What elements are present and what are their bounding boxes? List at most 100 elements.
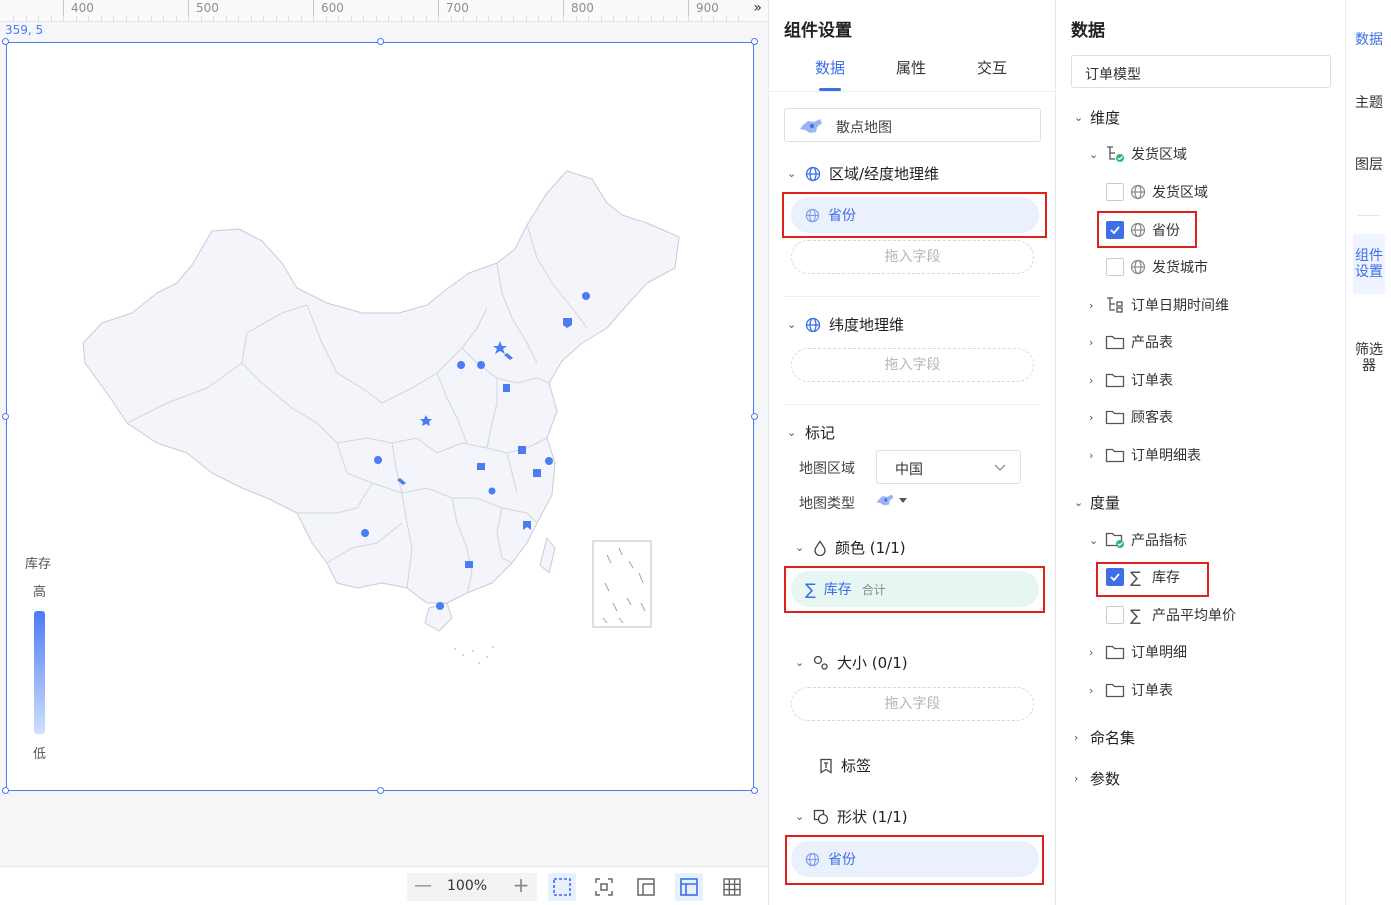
- select-area-button[interactable]: [548, 873, 576, 901]
- tree-folder-customers[interactable]: › 顾客表: [1089, 407, 1173, 427]
- resize-handle-ne[interactable]: [751, 38, 758, 45]
- section-label: 形状 (1/1): [837, 808, 908, 826]
- section-shape[interactable]: ⌄ 形状 (1/1): [795, 806, 908, 827]
- checkbox[interactable]: [1106, 258, 1124, 276]
- field-pill-label: 库存: [823, 582, 852, 598]
- section-marks[interactable]: ⌄ 标记: [787, 422, 835, 443]
- ruler-tick: [475, 16, 477, 21]
- ruler-tick: [238, 16, 239, 21]
- section-size[interactable]: ⌄ 大小 (0/1): [795, 652, 908, 673]
- data-model-select[interactable]: 订单模型: [1071, 55, 1331, 88]
- map-type-picker[interactable]: [875, 492, 907, 508]
- scatter-map-chart[interactable]: 库存 高 低: [6, 42, 754, 791]
- tab-properties[interactable]: 属性: [896, 57, 926, 78]
- dropzone-size[interactable]: 拖入字段: [791, 687, 1034, 721]
- checkbox-checked[interactable]: [1106, 221, 1124, 239]
- field-pill-province[interactable]: 省份: [791, 197, 1039, 233]
- grid-icon: [723, 878, 741, 896]
- dropzone-region[interactable]: 拖入字段: [791, 240, 1034, 274]
- folder-icon: [1105, 373, 1125, 388]
- rail-tab-data[interactable]: 数据: [1353, 18, 1385, 62]
- tree-folder-orders[interactable]: › 订单表: [1089, 370, 1173, 390]
- tree-measures[interactable]: ⌄ 度量: [1074, 492, 1120, 513]
- rail-tab-component-settings[interactable]: 组件设置: [1353, 234, 1385, 294]
- ruler-tick: [213, 16, 214, 21]
- chevron-down-icon: ⌄: [787, 318, 797, 331]
- tree-field-shipping-region[interactable]: 发货区域: [1106, 182, 1208, 202]
- canvas-area[interactable]: 400 500 600 700 800 900 » 359, 5 库存 高 低 …: [0, 0, 768, 905]
- legend-high-label: 高: [33, 585, 47, 600]
- tree-label: 发货城市: [1152, 260, 1208, 276]
- coordinate-readout: 359, 5: [5, 23, 44, 37]
- ruler-label: 600: [321, 1, 344, 15]
- map-region-select[interactable]: 中国: [876, 450, 1021, 484]
- section-label: 颜色 (1/1): [835, 539, 906, 557]
- field-pill-inventory[interactable]: ∑ 库存 合计: [791, 571, 1039, 607]
- tab-interaction[interactable]: 交互: [977, 57, 1007, 78]
- tree-field-inventory[interactable]: ∑ 库存: [1106, 567, 1180, 587]
- resize-handle-w[interactable]: [2, 413, 9, 420]
- layout-button[interactable]: [632, 873, 660, 901]
- tree-field-shipping-city[interactable]: 发货城市: [1106, 257, 1208, 277]
- check-icon: [1110, 573, 1120, 582]
- chevron-right-icon: ›: [1074, 772, 1079, 785]
- tree-label: 订单表: [1131, 683, 1173, 699]
- ruler-tick: [675, 16, 677, 21]
- rail-tab-filters[interactable]: 筛选器: [1353, 342, 1385, 374]
- tree-folder-order-detail[interactable]: › 订单明细: [1089, 642, 1187, 662]
- horizontal-ruler: 400 500 600 700 800 900 »: [0, 0, 768, 22]
- chart-type-select[interactable]: 散点地图: [784, 108, 1041, 142]
- section-region-dim[interactable]: ⌄ 区域/经度地理维: [787, 163, 939, 184]
- tree-label: 产品平均单价: [1152, 608, 1236, 624]
- ruler-tick: [13, 16, 14, 21]
- globe-icon: [1130, 184, 1146, 200]
- grid-button[interactable]: [718, 873, 746, 901]
- checkbox[interactable]: [1106, 606, 1124, 624]
- ruler-tick: [550, 16, 552, 21]
- globe-icon: [1130, 222, 1146, 238]
- tree-group-product-metrics[interactable]: ⌄ 产品指标: [1089, 530, 1187, 550]
- zoom-in-button[interactable]: +: [511, 873, 531, 897]
- section-latitude-dim[interactable]: ⌄ 纬度地理维: [787, 314, 904, 335]
- rail-tab-layers[interactable]: 图层: [1353, 157, 1385, 173]
- ruler-tick: [125, 16, 127, 21]
- checkbox-checked[interactable]: [1106, 568, 1124, 586]
- resize-handle-e[interactable]: [751, 413, 758, 420]
- rail-tab-theme[interactable]: 主题: [1353, 95, 1385, 111]
- tree-field-avg-unit-price[interactable]: ∑ 产品平均单价: [1106, 605, 1236, 625]
- resize-handle-sw[interactable]: [2, 787, 9, 794]
- tree-params[interactable]: › 参数: [1074, 768, 1120, 789]
- resize-handle-nw[interactable]: [2, 38, 9, 45]
- tree-named-sets[interactable]: › 命名集: [1074, 727, 1135, 748]
- tree-group-shipping-region[interactable]: ⌄ 发货区域: [1089, 144, 1187, 164]
- tree-group-order-date[interactable]: › 订单日期时间维: [1089, 295, 1229, 315]
- tree-folder-orders-measure[interactable]: › 订单表: [1089, 680, 1173, 700]
- section-label: 标签: [841, 757, 872, 775]
- tree-folder-order-details[interactable]: › 订单明细表: [1089, 445, 1201, 465]
- tree-folder-product[interactable]: › 产品表: [1089, 332, 1173, 352]
- ruler-tick: [488, 16, 489, 21]
- dropzone-latitude[interactable]: 拖入字段: [791, 348, 1034, 382]
- tab-data[interactable]: 数据: [815, 57, 845, 78]
- ruler-tick: [538, 16, 539, 21]
- map-region-label: 地图区域: [799, 461, 855, 477]
- double-chevron-right-icon[interactable]: »: [753, 0, 762, 16]
- ruler-tick: [363, 16, 364, 21]
- tag-icon: [820, 758, 832, 774]
- tree-field-province[interactable]: 省份: [1106, 220, 1180, 240]
- resize-handle-n[interactable]: [377, 38, 384, 45]
- resize-handle-se[interactable]: [751, 787, 758, 794]
- resize-handle-s[interactable]: [377, 787, 384, 794]
- tree-dimensions[interactable]: ⌄ 维度: [1074, 107, 1120, 128]
- data-panel: 数据 订单模型 ⌄ 维度 ⌄ 发货区域 发货区域 省份 发货城市 › 订单日期时…: [1056, 0, 1345, 905]
- field-pill-province-shape[interactable]: 省份: [791, 841, 1039, 877]
- zoom-out-button[interactable]: —: [413, 875, 433, 896]
- fit-screen-button[interactable]: [590, 873, 618, 901]
- component-settings-panel: 组件设置 数据 属性 交互 散点地图 ⌄ 区域/经度地理维 省份 拖入字段 ⌄ …: [768, 0, 1056, 905]
- section-label-tag[interactable]: 标签: [819, 755, 871, 776]
- panel-layout-button[interactable]: [675, 873, 703, 901]
- checkbox[interactable]: [1106, 183, 1124, 201]
- section-color[interactable]: ⌄ 颜色 (1/1): [795, 537, 906, 558]
- panel-layout-icon: [680, 878, 698, 896]
- layout-icon: [637, 878, 655, 896]
